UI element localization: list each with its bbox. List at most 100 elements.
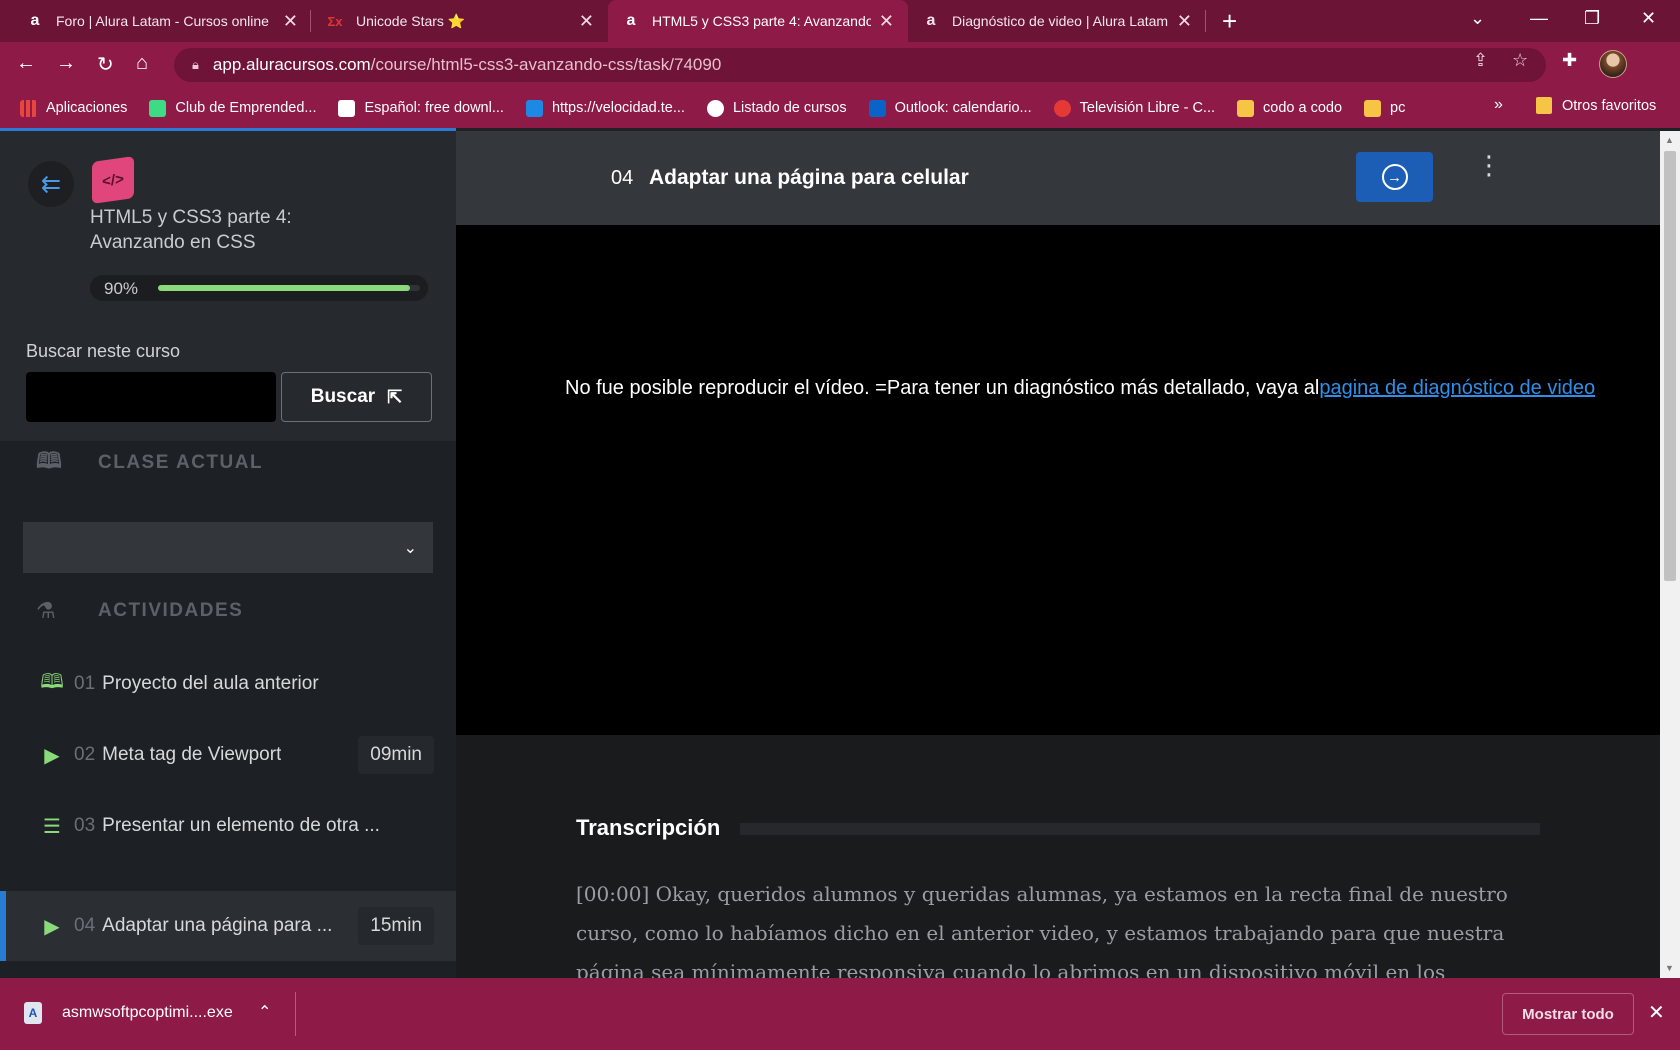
home-icon[interactable]: ⌂ [136,52,148,75]
downloads-bar: A asmwsoftpcoptimi....exe ⌃ Mostrar todo… [0,978,1680,1050]
bookmark-label: Listado de cursos [732,100,847,116]
task-title: Adaptar una página para celular [649,166,969,189]
bookmark-espanol[interactable]: Español: free downl... [338,99,504,117]
tab-foro[interactable]: a Foro | Alura Latam - Cursos online ✕ [12,0,312,42]
close-icon[interactable]: ✕ [579,11,594,32]
url-path: /course/html5-css3-avanzando-css/task/74… [370,55,722,74]
bookmark-label: Televisión Libre - C... [1079,100,1216,116]
bookmark-label: Outlook: calendario... [894,100,1032,116]
new-tab-icon[interactable]: + [1222,6,1237,37]
transcription-section: Transcripción [00:00] Okay, queridos alu… [456,735,1660,984]
tab-search-icon[interactable]: ⌄ [1470,8,1485,29]
book-outline-icon: 🕮︎ [36,448,64,473]
activity-item-current[interactable]: ▶︎ 04 Adaptar una página para ... 15min [0,891,456,961]
profile-avatar[interactable] [1599,50,1627,78]
chevron-up-icon[interactable]: ⌃ [258,1002,271,1022]
search-button[interactable]: Buscar ⇱ [281,372,432,422]
close-icon[interactable]: ✕ [283,11,298,32]
bookmark-television-libre[interactable]: Televisión Libre - C... [1053,99,1216,117]
task-header: 04 Adaptar una página para celular → ⋮ [456,131,1660,225]
activity-number: 02 [74,744,96,765]
folder-icon [1536,97,1552,114]
page-scrollbar[interactable]: ▲ ▼ [1660,131,1680,978]
address-bar[interactable]: 🔒︎ app.aluracursos.com/course/html5-css3… [174,48,1546,82]
tree-icon [149,99,167,117]
tab-html5-css3[interactable]: a HTML5 y CSS3 parte 4: Avanzando ✕ [608,0,908,42]
class-select-dropdown[interactable]: ⌄ [23,522,433,573]
tab-title: Diagnóstico de video | Alura Latam [952,13,1169,29]
alura-favicon-icon: a [30,12,40,29]
scroll-thumb[interactable] [1664,151,1676,581]
transcription-heading: Transcripción [576,815,721,840]
next-task-button[interactable]: → [1356,152,1433,202]
bookmarks-bar: Aplicaciones Club de Emprended... Españo… [0,88,1680,128]
activities-heading: ⚗︎ ACTIVIDADES [36,598,243,624]
activity-number: 03 [74,815,96,836]
activity-item[interactable]: 🕮︎ 01 Proyecto del aula anterior [0,649,456,719]
bookmark-folder-pc[interactable]: pc [1364,99,1406,117]
download-item[interactable]: A asmwsoftpcoptimi....exe [24,1002,233,1024]
activity-item[interactable]: ▶︎ 02 Meta tag de Viewport 09min [0,720,456,790]
folder-icon [1364,99,1382,117]
diagnostic-link[interactable]: pagina de diagnóstico de video [1319,377,1595,399]
apps-grid-icon [20,99,37,117]
back-arrow-icon[interactable]: ← [16,52,36,75]
tab-separator [1205,10,1206,32]
other-bookmarks-label: Otros favoritos [1562,97,1657,114]
tv-icon [1053,99,1071,117]
activity-title: Meta tag de Viewport [102,744,282,765]
close-downloads-icon[interactable]: ✕ [1648,1000,1665,1025]
external-link-icon: ⇱ [387,386,403,407]
forward-arrow-icon[interactable]: → [56,52,76,75]
arrow-right-circle-icon: → [1381,164,1408,190]
show-all-downloads-button[interactable]: Mostrar todo [1502,993,1634,1035]
activity-title: Proyecto del aula anterior [102,673,319,694]
minimize-icon[interactable]: — [1530,8,1548,29]
activity-duration: 15min [358,907,434,945]
scroll-down-icon[interactable]: ▼ [1665,963,1674,973]
other-bookmarks[interactable]: Otros favoritos [1536,97,1656,114]
reload-icon[interactable]: ↻ [97,52,114,77]
video-error-text: No fue posible reproducir el vídeo. =Par… [565,377,1320,399]
star-icon[interactable]: ☆ [1512,50,1528,71]
share-icon[interactable]: ⇪ [1473,50,1488,71]
bookmark-label: Aplicaciones [46,100,128,116]
bookmarks-overflow-chevron-icon[interactable]: » [1494,96,1503,114]
extensions-icon[interactable]: ✚ [1562,50,1577,71]
scroll-up-icon[interactable]: ▲ [1665,135,1674,145]
bookmark-outlook[interactable]: Outlook: calendario... [868,99,1032,117]
search-button-label: Buscar [310,386,376,407]
bookmark-aplicaciones[interactable]: Aplicaciones [20,99,128,117]
activity-title: Adaptar una página para ... [102,915,333,936]
current-class-label: CLASE ACTUAL [98,452,264,473]
tab-title: Foro | Alura Latam - Cursos online [56,13,269,29]
activity-title: Presentar un elemento de otra ... [102,815,380,836]
bookmark-label: pc [1390,100,1406,116]
bookmark-velocidad[interactable]: https://velocidad.te... [525,99,685,117]
current-class-heading: 🕮︎ CLASE ACTUAL [36,444,263,482]
restore-icon[interactable]: ❐ [1584,8,1600,29]
video-player[interactable]: No fue posible reproducir el vídeo. =Par… [456,225,1660,735]
bookmark-club-emprendedores[interactable]: Club de Emprended... [149,99,316,117]
divider [295,992,296,1036]
search-input[interactable] [26,372,276,422]
collapse-menu-icon[interactable]: ⇇ [28,161,74,207]
progress-bar [158,285,420,291]
tab-diagnostico[interactable]: a Diagnóstico de video | Alura Latam ✕ [908,0,1206,42]
activities-label: ACTIVIDADES [98,600,244,621]
divider [740,823,1540,835]
activity-item[interactable]: ☰ 03 Presentar un elemento de otra ... [0,791,456,861]
close-icon[interactable]: ✕ [879,11,894,32]
more-options-icon[interactable]: ⋮ [1476,152,1502,178]
close-icon[interactable]: ✕ [1177,11,1192,32]
folder-icon [1237,99,1255,117]
bookmark-listado-cursos[interactable]: Listado de cursos [706,99,847,117]
search-label: Buscar neste curso [26,341,181,361]
activity-number: 04 [74,915,96,936]
bookmark-folder-codo-a-codo[interactable]: codo a codo [1237,99,1342,117]
tab-unicode-stars[interactable]: Σx Unicode Stars ⭐ ✕ [312,0,608,42]
course-title[interactable]: HTML5 y CSS3 parte 4: Avanzando en CSS [90,205,390,255]
window-close-icon[interactable]: ✕ [1641,8,1656,29]
play-icon: ▶︎ [44,744,60,767]
speed-icon [525,99,543,117]
